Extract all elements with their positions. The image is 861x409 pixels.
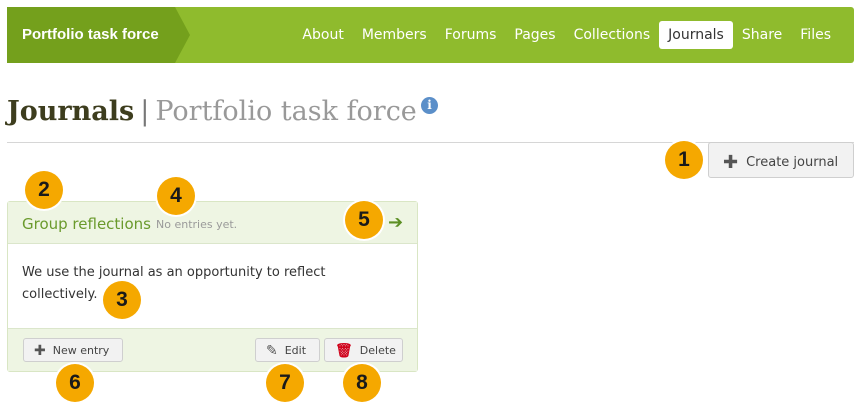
callout-7: 7 <box>266 364 304 402</box>
nav-item-pages[interactable]: Pages <box>505 21 564 49</box>
callout-6: 6 <box>56 364 94 402</box>
nav-item-journals[interactable]: Journals <box>659 21 733 49</box>
nav-item-collections[interactable]: Collections <box>565 21 660 49</box>
page-title-separator: | <box>140 96 150 127</box>
callout-5: 5 <box>345 201 383 239</box>
journal-title-link[interactable]: Group reflections <box>22 215 151 233</box>
page-title: Journals | Portfolio task force <box>7 94 417 130</box>
callout-2: 2 <box>25 171 63 209</box>
pencil-icon: ✎ <box>266 343 278 359</box>
delete-label: Delete <box>359 344 396 357</box>
create-journal-button[interactable]: ✚ Create journal <box>708 142 854 178</box>
entry-count: No entries yet. <box>156 218 238 231</box>
arrow-right-icon[interactable]: ➔ <box>388 212 403 233</box>
delete-button[interactable]: 🗑 Delete <box>324 338 403 362</box>
callout-3: 3 <box>103 281 141 319</box>
page-title-group: Portfolio task force <box>155 96 417 127</box>
trash-icon: 🗑 <box>335 343 353 359</box>
new-entry-label: New entry <box>52 344 110 357</box>
nav-item-forums[interactable]: Forums <box>436 21 506 49</box>
nav-item-share[interactable]: Share <box>733 21 791 49</box>
nav-item-about[interactable]: About <box>293 21 352 49</box>
callout-1: 1 <box>665 141 703 179</box>
page-title-main: Journals <box>7 96 135 127</box>
callout-4: 4 <box>157 177 195 215</box>
group-nav-menu: About Members Forums Pages Collections J… <box>293 21 840 49</box>
nav-item-files[interactable]: Files <box>791 21 840 49</box>
new-entry-button[interactable]: ✚ New entry <box>23 338 123 362</box>
callout-8: 8 <box>343 364 381 402</box>
group-name: Portfolio task force <box>22 26 159 43</box>
plus-icon: ✚ <box>723 152 739 173</box>
group-navbar: Portfolio task force About Members Forum… <box>7 7 854 63</box>
edit-button[interactable]: ✎ Edit <box>255 338 320 362</box>
info-icon[interactable]: i <box>421 97 438 114</box>
group-home-link[interactable]: Portfolio task force <box>7 7 191 63</box>
nav-item-members[interactable]: Members <box>353 21 436 49</box>
plus-icon: ✚ <box>34 343 46 359</box>
create-journal-label: Create journal <box>746 155 839 170</box>
journal-description: We use the journal as an opportunity to … <box>22 265 326 302</box>
edit-label: Edit <box>284 344 307 357</box>
